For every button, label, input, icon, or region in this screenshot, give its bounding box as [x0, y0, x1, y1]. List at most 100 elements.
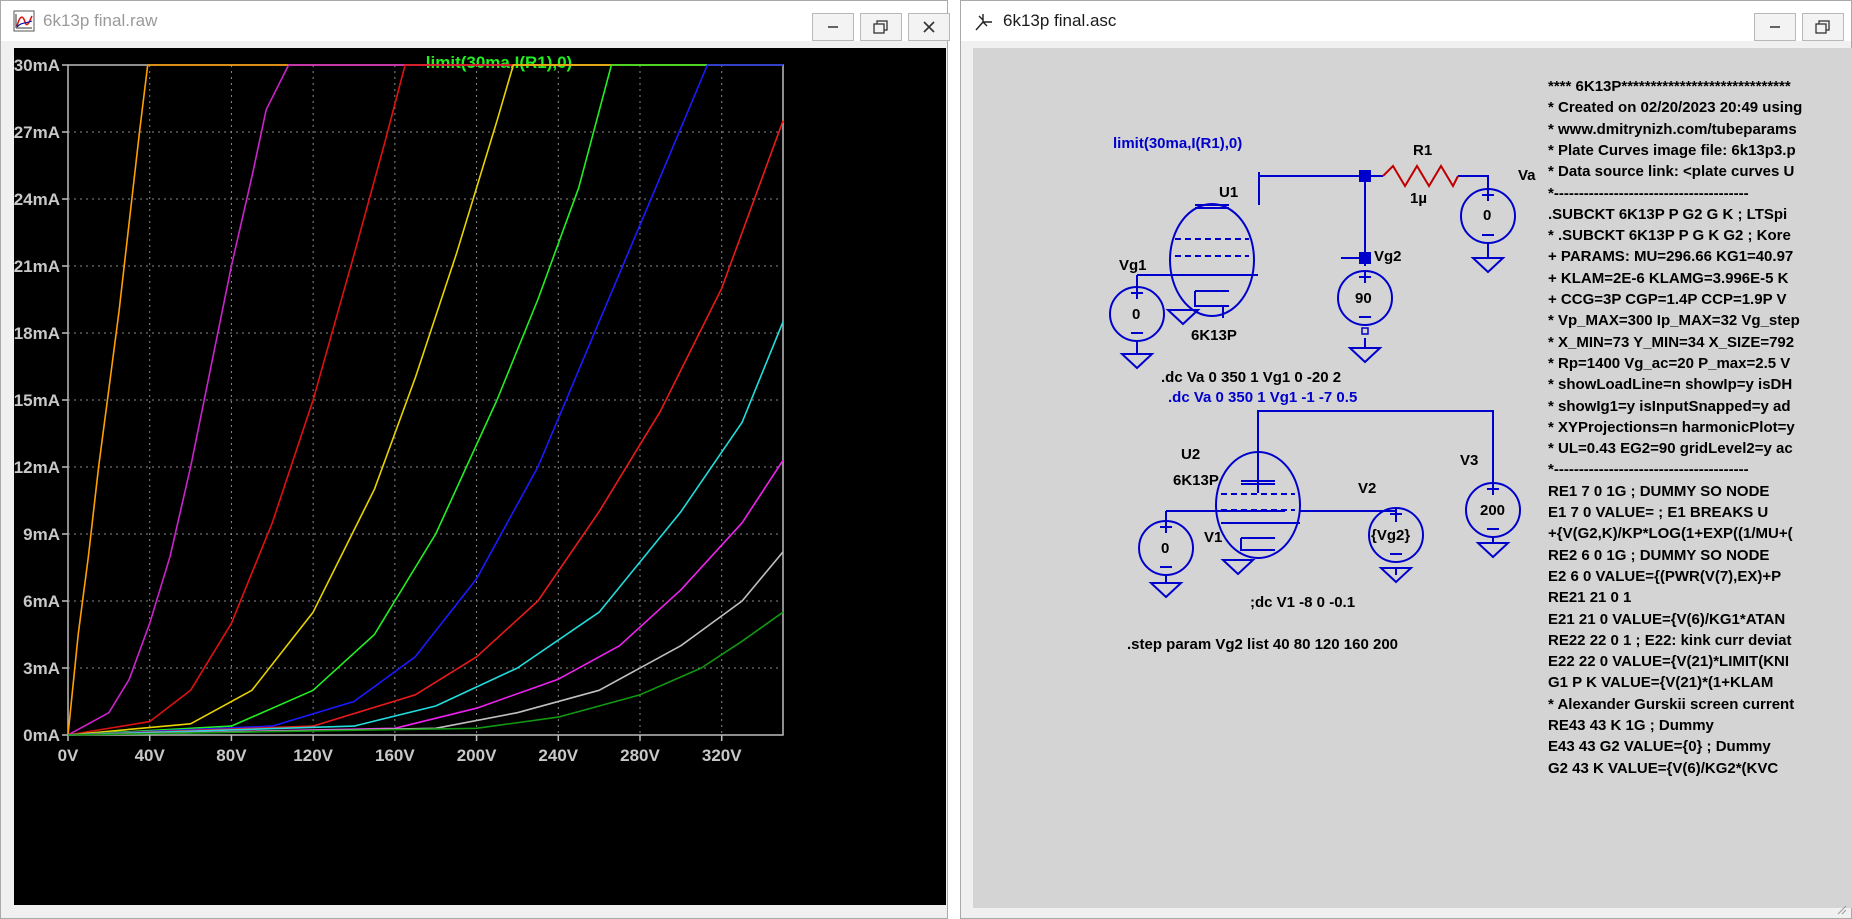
u1-tube[interactable]	[1169, 203, 1258, 317]
u1-model[interactable]: 6K13P	[1191, 327, 1237, 344]
y-tick-label: 15mA	[14, 391, 60, 410]
vg1-label[interactable]: Vg1	[1119, 257, 1147, 274]
v3-label[interactable]: V3	[1460, 452, 1478, 469]
y-tick-label: 12mA	[14, 458, 60, 477]
vg1-value[interactable]: 0	[1132, 306, 1140, 323]
r1-label[interactable]: R1	[1413, 142, 1432, 159]
u2-model[interactable]: 6K13P	[1173, 472, 1219, 489]
y-tick-label: 6mA	[23, 592, 60, 611]
vg2-label[interactable]: Vg2	[1374, 248, 1402, 265]
netlist-line: * Plate Curves image file: 6k13p3.p	[1548, 141, 1796, 159]
ground-symbol	[1472, 257, 1504, 273]
plot-titlebar[interactable]: 6k13p final.raw	[1, 1, 950, 41]
netlist-line: RE43 43 K 1G ; Dummy	[1548, 717, 1714, 734]
wires-circuit2	[1165, 410, 1494, 583]
x-tick-label: 320V	[702, 746, 742, 765]
resize-grip-icon[interactable]	[1837, 905, 1847, 915]
dc-directive-1[interactable]: .dc Va 0 350 1 Vg1 0 -20 2	[1161, 369, 1341, 386]
netlist-line: * Alexander Gurskii screen current	[1548, 695, 1795, 713]
y-tick-label: 9mA	[23, 525, 60, 544]
netlist-line: * UL=0.43 EG2=90 gridLevel2=y ac	[1548, 440, 1793, 458]
netlist-line: + PARAMS: MU=296.66 KG1=40.97	[1548, 248, 1794, 266]
series-line-8	[67, 321, 784, 736]
dc-directive-3[interactable]: ;dc V1 -8 0 -0.1	[1250, 594, 1355, 611]
v3-value[interactable]: 200	[1480, 502, 1505, 519]
v2-label[interactable]: V2	[1358, 480, 1376, 497]
plot-window[interactable]: 6k13p final.raw limit(30ma,I(R1),0) 0V 40…	[0, 0, 950, 919]
u1-label[interactable]: U1	[1219, 184, 1238, 201]
netlist-line: * showIg1=y isInputSnapped=y ad	[1548, 397, 1791, 415]
y-tick-label: 18mA	[14, 324, 60, 343]
netlist-line: .SUBCKT 6K13P P G2 G K ; LTSpi	[1548, 205, 1788, 223]
x-tick-label: 240V	[538, 746, 578, 765]
step-directive[interactable]: .step param Vg2 list 40 80 120 160 200	[1127, 636, 1398, 653]
netlist-line: E22 22 0 VALUE={V(21)*LIMIT(KNI	[1548, 653, 1790, 671]
netlist-line: * Created on 02/20/2023 20:49 using	[1548, 99, 1803, 117]
waveform-viewer-icon	[13, 10, 35, 32]
netlist-line: E1 7 0 VALUE= ; E1 BREAKS U	[1548, 504, 1769, 521]
y-tick-label: 3mA	[23, 659, 60, 678]
ground-symbol	[1121, 353, 1153, 369]
schematic-window-title: 6k13p final.asc	[1003, 11, 1117, 30]
netlist-line: *---------------------------------------	[1548, 461, 1749, 479]
netlist-line: RE21 21 0 1	[1548, 589, 1632, 607]
v1-value[interactable]: 0	[1161, 540, 1169, 557]
va-value[interactable]: 0	[1483, 207, 1491, 224]
netlist-line: * Data source link: <plate curves U	[1548, 163, 1795, 181]
ground-symbol	[1222, 559, 1254, 575]
u2-label[interactable]: U2	[1181, 446, 1200, 463]
ground-symbol	[1167, 309, 1199, 325]
plot-window-title: 6k13p final.raw	[43, 11, 158, 30]
netlist-line: G1 P K VALUE={V(21)*(1+KLAM	[1548, 674, 1774, 692]
chart-title[interactable]: limit(30ma,I(R1),0)	[426, 53, 572, 72]
minimize-button[interactable]	[812, 13, 854, 41]
junction-dot	[1359, 252, 1371, 264]
netlist-line: * .SUBCKT 6K13P P G K G2 ; Kore	[1548, 227, 1791, 245]
y-tick-label: 27mA	[14, 123, 60, 142]
waveform-plot[interactable]: limit(30ma,I(R1),0) 0V 40V 80V 120V 160V 200V…	[14, 48, 946, 905]
netlist-line: * showLoadLine=n showIp=y isDH	[1548, 376, 1793, 394]
netlist-line: E2 6 0 VALUE={(PWR(V(7),EX)+P	[1548, 567, 1782, 585]
axis-ticks: 0V 40V 80V 120V 160V 200V 240V 280V 320V 0mA 3mA 6m…	[14, 56, 743, 765]
netlist-line: RE2 6 0 1G ; DUMMY SO NODE	[1548, 546, 1770, 564]
maximize-button[interactable]	[1802, 13, 1844, 41]
minimize-button[interactable]	[1754, 13, 1796, 41]
netlist-line: RE1 7 0 1G ; DUMMY SO NODE	[1548, 482, 1770, 500]
netlist-line: RE22 22 0 1 ; E22: kink curr deviat	[1548, 631, 1792, 649]
schematic-window[interactable]: 6k13p final.asc limit(30ma,I(R1),0) R1 1…	[960, 0, 1852, 919]
netlist-line: G2 43 K VALUE={V(6)/KG2*(KVC	[1548, 759, 1779, 777]
netlist-line: E43 43 G2 VALUE={0} ; Dummy	[1548, 738, 1771, 756]
x-tick-label: 280V	[620, 746, 660, 765]
schematic-titlebar[interactable]: 6k13p final.asc	[961, 1, 1851, 41]
schematic-canvas[interactable]: limit(30ma,I(R1),0) R1 1µ Va 0 U1 6K13P …	[973, 48, 1852, 908]
x-tick-label: 80V	[216, 746, 247, 765]
ground-symbol	[1477, 542, 1509, 558]
series-line-11	[67, 611, 784, 736]
netlist-line: + CCG=3P CGP=1.4P CCP=1.9P V	[1548, 291, 1787, 308]
r1-resistor[interactable]	[1382, 164, 1459, 189]
minimize-icon	[828, 26, 838, 28]
grid	[67, 64, 784, 736]
v2-value[interactable]: {Vg2}	[1371, 527, 1410, 544]
x-tick-label: 40V	[135, 746, 166, 765]
junction-dot	[1359, 170, 1371, 182]
plate-curves-chart[interactable]: limit(30ma,I(R1),0) 0V 40V 80V 120V 160V 200V…	[14, 48, 946, 905]
va-label[interactable]: Va	[1518, 167, 1536, 184]
x-tick-label: 200V	[457, 746, 497, 765]
schematic-icon	[975, 14, 992, 31]
v1-label[interactable]: V1	[1204, 529, 1222, 546]
netlist-line: E21 21 0 VALUE={V(6)/KG1*ATAN	[1548, 610, 1786, 628]
close-icon	[923, 21, 935, 33]
dc-directive-2[interactable]: .dc Va 0 350 1 Vg1 -1 -7 0.5	[1168, 389, 1357, 406]
expr-label[interactable]: limit(30ma,I(R1),0)	[1113, 135, 1242, 152]
close-button[interactable]	[908, 13, 950, 41]
r1-value[interactable]: 1µ	[1410, 190, 1427, 207]
netlist-line: * X_MIN=73 Y_MIN=34 X_SIZE=792	[1548, 333, 1795, 351]
netlist-line: **** 6K13P*****************************	[1548, 78, 1791, 95]
x-tick-label: 160V	[375, 746, 415, 765]
vg2-value[interactable]: 90	[1355, 290, 1372, 307]
maximize-button[interactable]	[860, 13, 902, 41]
x-tick-label: 0V	[58, 746, 79, 765]
wires-circuit1	[1136, 172, 1489, 354]
y-tick-label: 24mA	[14, 190, 60, 209]
